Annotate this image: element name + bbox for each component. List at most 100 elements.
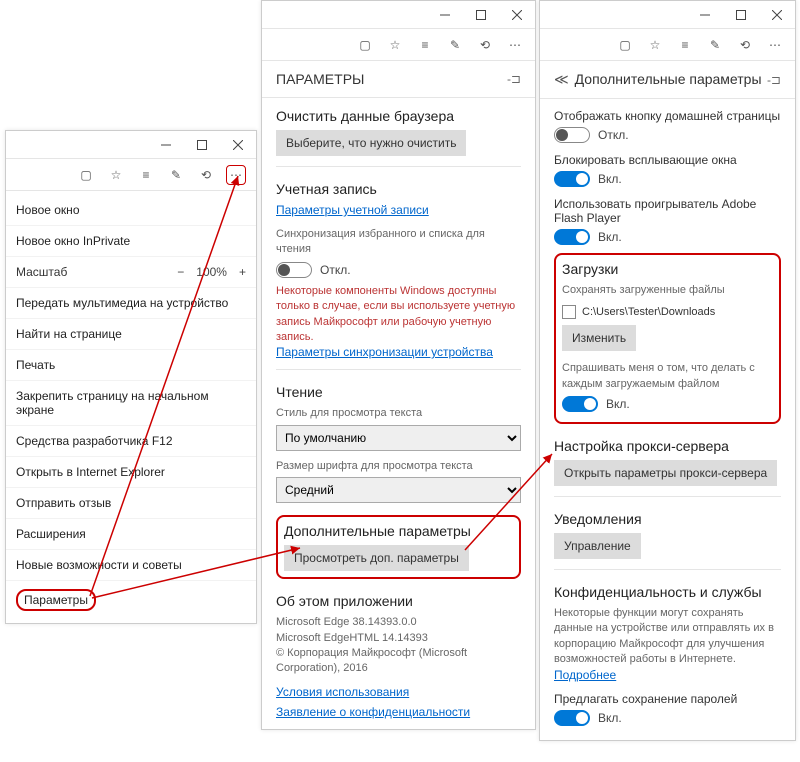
downloads-heading: Загрузки <box>562 261 773 277</box>
passwords-label: Предлагать сохранение паролей <box>554 692 781 706</box>
reading-view-icon[interactable]: ▢ <box>355 35 375 55</box>
hub-icon[interactable]: ≡ <box>415 35 435 55</box>
advanced-heading: Дополнительные параметры <box>284 523 513 539</box>
privacy-note: Некоторые функции могут сохранять данные… <box>554 606 781 668</box>
notes-icon[interactable]: ✎ <box>166 165 186 185</box>
home-button-label: Отображать кнопку домашней страницы <box>554 109 781 123</box>
maximize-button[interactable] <box>723 1 759 29</box>
minimize-button[interactable] <box>427 1 463 29</box>
downloads-change-button[interactable]: Изменить <box>562 325 636 351</box>
about-copyright: © Корпорация Майкрософт (Microsoft Corpo… <box>276 646 521 677</box>
menu-feedback[interactable]: Отправить отзыв <box>6 488 256 519</box>
menu-whatsnew[interactable]: Новые возможности и советы <box>6 550 256 581</box>
toolbar: ▢ ☆ ≡ ✎ ⟲ ⋯ <box>262 29 535 61</box>
zoom-label: Масштаб <box>16 265 67 279</box>
reading-view-icon[interactable]: ▢ <box>615 35 635 55</box>
privacy-more-link[interactable]: Подробнее <box>554 668 616 682</box>
titlebar <box>540 1 795 29</box>
pane-title-row: ≪ Дополнительные параметры -⊐ <box>540 61 795 99</box>
downloads-ask-toggle[interactable] <box>562 396 598 412</box>
favorite-star-icon[interactable]: ☆ <box>385 35 405 55</box>
notes-icon[interactable]: ✎ <box>445 35 465 55</box>
sync-settings-link[interactable]: Параметры синхронизации устройства <box>276 345 493 359</box>
proxy-button[interactable]: Открыть параметры прокси-сервера <box>554 460 777 486</box>
flash-toggle[interactable] <box>554 229 590 245</box>
downloads-path: C:\Users\Tester\Downloads <box>582 306 715 318</box>
account-heading: Учетная запись <box>276 181 521 197</box>
settings-title: ПАРАМЕТРЫ <box>276 71 364 87</box>
proxy-heading: Настройка прокси-сервера <box>554 438 781 454</box>
downloads-save-label: Сохранять загруженные файлы <box>562 283 773 298</box>
menu-cast[interactable]: Передать мультимедиа на устройство <box>6 288 256 319</box>
menu-open-ie[interactable]: Открыть в Internet Explorer <box>6 457 256 488</box>
notes-icon[interactable]: ✎ <box>705 35 725 55</box>
popup-toggle[interactable] <box>554 171 590 187</box>
sync-warning: Некоторые компоненты Windows доступны то… <box>276 284 521 346</box>
toolbar: ▢ ☆ ≡ ✎ ⟲ ⋯ <box>540 29 795 61</box>
maximize-button[interactable] <box>463 1 499 29</box>
menu-print[interactable]: Печать <box>6 350 256 381</box>
zoom-in-icon[interactable]: + <box>239 265 246 279</box>
notifications-button[interactable]: Управление <box>554 533 641 559</box>
sync-label: Синхронизация избранного и списка для чт… <box>276 227 521 258</box>
style-select[interactable]: По умолчанию <box>276 425 521 451</box>
hub-icon[interactable]: ≡ <box>136 165 156 185</box>
more-menu-button[interactable]: ⋯ <box>505 35 525 55</box>
clear-data-button[interactable]: Выберите, что нужно очистить <box>276 130 466 156</box>
popup-label: Блокировать всплывающие окна <box>554 153 781 167</box>
account-settings-link[interactable]: Параметры учетной записи <box>276 203 429 217</box>
more-menu-button[interactable]: ⋯ <box>765 35 785 55</box>
share-icon[interactable]: ⟲ <box>475 35 495 55</box>
close-button[interactable] <box>220 131 256 159</box>
browser-menu-panel: ▢ ☆ ≡ ✎ ⟲ ⋯ Новое окно Новое окно InPriv… <box>5 130 257 624</box>
flash-label: Использовать проигрыватель Adobe Flash P… <box>554 197 781 225</box>
about-html-ver: Microsoft EdgeHTML 14.14393 <box>276 631 521 646</box>
clear-data-heading: Очистить данные браузера <box>276 108 521 124</box>
menu-extensions[interactable]: Расширения <box>6 519 256 550</box>
favorite-star-icon[interactable]: ☆ <box>645 35 665 55</box>
pin-icon[interactable]: -⊐ <box>767 73 781 87</box>
hub-icon[interactable]: ≡ <box>675 35 695 55</box>
home-button-toggle[interactable] <box>554 127 590 143</box>
close-button[interactable] <box>499 1 535 29</box>
downloads-ask-label: Спрашивать меня о том, что делать с кажд… <box>562 361 773 392</box>
privacy-link[interactable]: Заявление о конфиденциальности <box>276 705 470 719</box>
notifications-heading: Уведомления <box>554 511 781 527</box>
zoom-value: 100% <box>196 265 227 279</box>
menu-find[interactable]: Найти на странице <box>6 319 256 350</box>
maximize-button[interactable] <box>184 131 220 159</box>
reading-view-icon[interactable]: ▢ <box>76 165 96 185</box>
close-button[interactable] <box>759 1 795 29</box>
advanced-title: Дополнительные параметры <box>575 71 762 87</box>
menu-settings[interactable]: Параметры <box>6 581 256 619</box>
titlebar <box>262 1 535 29</box>
advanced-settings-button[interactable]: Просмотреть доп. параметры <box>284 545 469 571</box>
style-label: Стиль для просмотра текста <box>276 406 521 421</box>
menu: Новое окно Новое окно InPrivate Масштаб … <box>6 191 256 623</box>
reading-heading: Чтение <box>276 384 521 400</box>
share-icon[interactable]: ⟲ <box>196 165 216 185</box>
menu-devtools[interactable]: Средства разработчика F12 <box>6 426 256 457</box>
titlebar <box>6 131 256 159</box>
menu-new-window[interactable]: Новое окно <box>6 195 256 226</box>
terms-link[interactable]: Условия использования <box>276 685 409 699</box>
favorite-star-icon[interactable]: ☆ <box>106 165 126 185</box>
share-icon[interactable]: ⟲ <box>735 35 755 55</box>
menu-pin-start[interactable]: Закрепить страницу на начальном экране <box>6 381 256 426</box>
passwords-toggle[interactable] <box>554 710 590 726</box>
minimize-button[interactable] <box>148 131 184 159</box>
menu-new-inprivate[interactable]: Новое окно InPrivate <box>6 226 256 257</box>
downloads-path-checkbox[interactable] <box>562 305 576 319</box>
pin-icon[interactable]: -⊐ <box>507 72 521 86</box>
settings-panel: ▢ ☆ ≡ ✎ ⟲ ⋯ ПАРАМЕТРЫ -⊐ Очистить данные… <box>261 0 536 730</box>
sync-toggle <box>276 262 312 278</box>
font-size-select[interactable]: Средний <box>276 477 521 503</box>
font-size-label: Размер шрифта для просмотра текста <box>276 459 521 474</box>
back-icon[interactable]: ≪ <box>554 71 569 87</box>
minimize-button[interactable] <box>687 1 723 29</box>
home-button-state: Откл. <box>598 128 629 142</box>
passwords-state: Вкл. <box>598 711 622 725</box>
zoom-out-icon[interactable]: − <box>177 265 184 279</box>
more-menu-button[interactable]: ⋯ <box>226 165 246 185</box>
popup-state: Вкл. <box>598 172 622 186</box>
